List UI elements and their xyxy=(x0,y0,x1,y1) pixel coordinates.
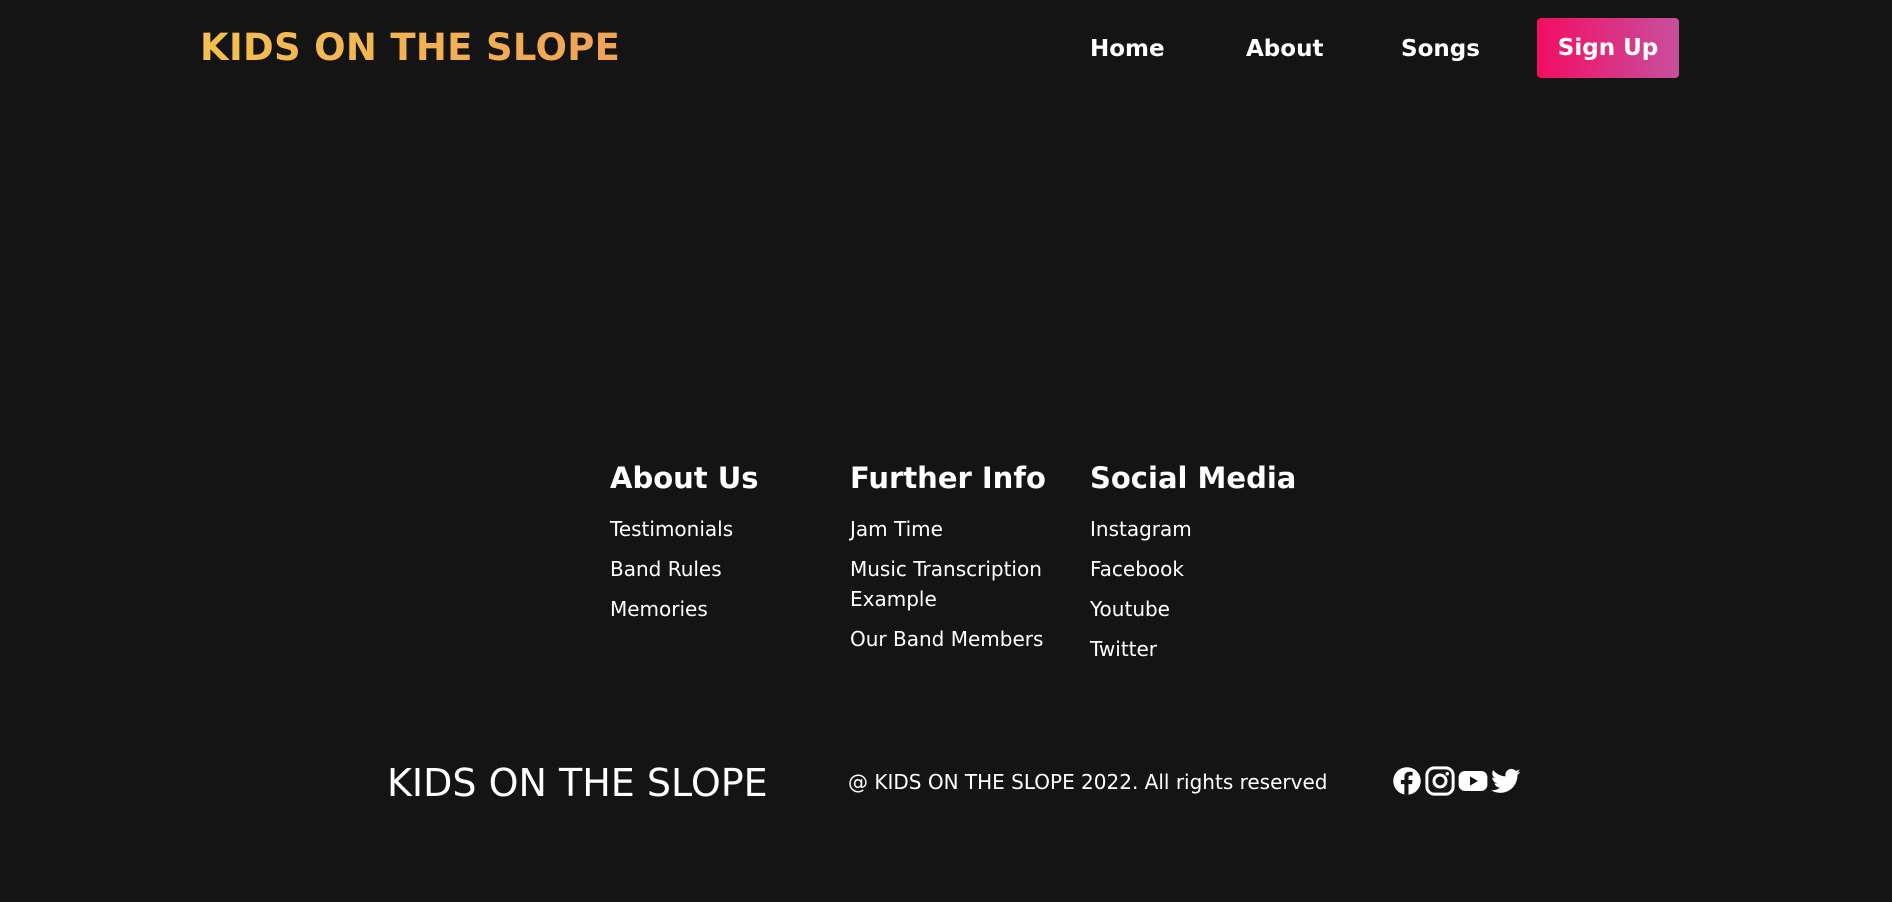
footer-link-band-rules[interactable]: Band Rules xyxy=(610,554,840,584)
footer-column-further-info: Further Info Jam Time Music Transcriptio… xyxy=(850,458,1080,664)
nav-link-about[interactable]: About xyxy=(1246,34,1323,64)
facebook-icon[interactable] xyxy=(1392,766,1422,796)
footer-link-facebook[interactable]: Facebook xyxy=(1090,554,1320,584)
footer-column-social-media: Social Media Instagram Facebook Youtube … xyxy=(1090,458,1320,674)
footer-column-about-us: About Us Testimonials Band Rules Memorie… xyxy=(610,458,840,634)
brand-logo[interactable]: KIDS ON THE SLOPE xyxy=(200,24,620,72)
footer-link-music-transcription-example[interactable]: Music Transcription Example xyxy=(850,554,1060,614)
twitter-icon[interactable] xyxy=(1491,766,1521,796)
footer-link-list: Instagram Facebook Youtube Twitter xyxy=(1090,514,1320,664)
footer-column-heading: Social Media xyxy=(1090,461,1297,495)
social-icons xyxy=(1392,766,1521,796)
footer-link-list: Testimonials Band Rules Memories xyxy=(610,514,840,624)
footer-link-list: Jam Time Music Transcription Example Our… xyxy=(850,514,1080,654)
footer-link-youtube[interactable]: Youtube xyxy=(1090,594,1320,624)
footer-link-jam-time[interactable]: Jam Time xyxy=(850,514,1060,544)
navbar: KIDS ON THE SLOPE Home About Songs Sign … xyxy=(0,0,1892,98)
footer-link-twitter[interactable]: Twitter xyxy=(1090,634,1320,664)
footer-link-instagram[interactable]: Instagram xyxy=(1090,514,1320,544)
youtube-icon[interactable] xyxy=(1458,766,1488,796)
footer-column-heading: Further Info xyxy=(850,461,1046,495)
nav-link-home[interactable]: Home xyxy=(1090,34,1165,64)
footer-brand-logo[interactable]: KIDS ON THE SLOPE xyxy=(387,758,768,808)
footer-link-memories[interactable]: Memories xyxy=(610,594,840,624)
footer-link-testimonials[interactable]: Testimonials xyxy=(610,514,840,544)
nav-link-songs[interactable]: Songs xyxy=(1401,34,1480,64)
instagram-icon[interactable] xyxy=(1425,766,1455,796)
sign-up-button[interactable]: Sign Up xyxy=(1537,18,1679,78)
footer-column-heading: About Us xyxy=(610,461,759,495)
copyright-text: @ KIDS ON THE SLOPE 2022. All rights res… xyxy=(848,770,1328,794)
page: KIDS ON THE SLOPE Home About Songs Sign … xyxy=(0,0,1892,902)
footer-link-our-band-members[interactable]: Our Band Members xyxy=(850,624,1060,654)
